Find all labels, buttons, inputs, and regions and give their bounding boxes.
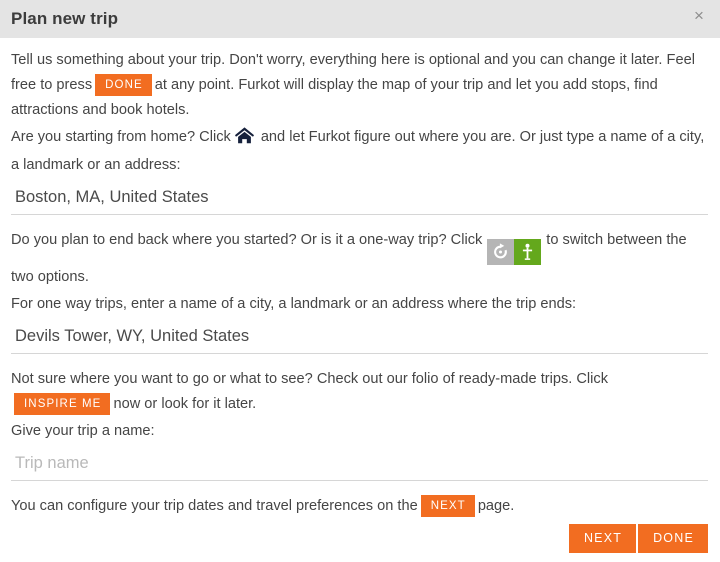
dialog-content: Tell us something about your trip. Don't… xyxy=(0,38,720,519)
start-question-text-a: Are you starting from home? Click xyxy=(11,129,231,145)
home-icon[interactable] xyxy=(235,127,254,153)
done-badge-inline[interactable]: DONE xyxy=(95,74,152,96)
configure-paragraph: You can configure your trip dates and tr… xyxy=(11,494,708,519)
start-question-paragraph: Are you starting from home? Click and let… xyxy=(11,125,708,178)
inspire-text-a: Not sure where you want to go or what to… xyxy=(11,371,609,387)
inspire-paragraph: Not sure where you want to go or what to… xyxy=(11,367,708,417)
trip-name-label: Give your trip a name: xyxy=(11,423,155,439)
end-location-input[interactable] xyxy=(11,327,708,354)
done-button[interactable]: DONE xyxy=(638,524,708,553)
trip-type-paragraph: Do you plan to end back where you starte… xyxy=(11,228,708,290)
start-location-input[interactable] xyxy=(11,188,708,215)
end-location-label: For one way trips, enter a name of a cit… xyxy=(11,296,577,312)
trip-type-toggle-group xyxy=(487,239,542,265)
configure-text-b: page. xyxy=(477,498,515,514)
inspire-text-b: now or look for it later. xyxy=(113,396,257,412)
configure-text-a: You can configure your trip dates and tr… xyxy=(11,498,418,514)
inspire-me-badge[interactable]: INSPIRE ME xyxy=(14,393,111,415)
trip-type-text-a: Do you plan to end back where you starte… xyxy=(11,232,483,248)
one-way-toggle-button[interactable] xyxy=(514,239,542,265)
dialog-footer: NEXT DONE xyxy=(568,524,708,553)
next-button[interactable]: NEXT xyxy=(568,524,637,553)
trip-name-input[interactable] xyxy=(11,454,708,481)
round-trip-toggle-button[interactable] xyxy=(487,239,515,265)
dialog-title: Plan new trip xyxy=(11,9,119,28)
next-badge-inline[interactable]: NEXT xyxy=(420,495,475,517)
intro-paragraph: Tell us something about your trip. Don't… xyxy=(11,48,708,123)
close-icon[interactable]: × xyxy=(687,4,711,28)
dialog-titlebar: Plan new trip × xyxy=(0,0,720,38)
